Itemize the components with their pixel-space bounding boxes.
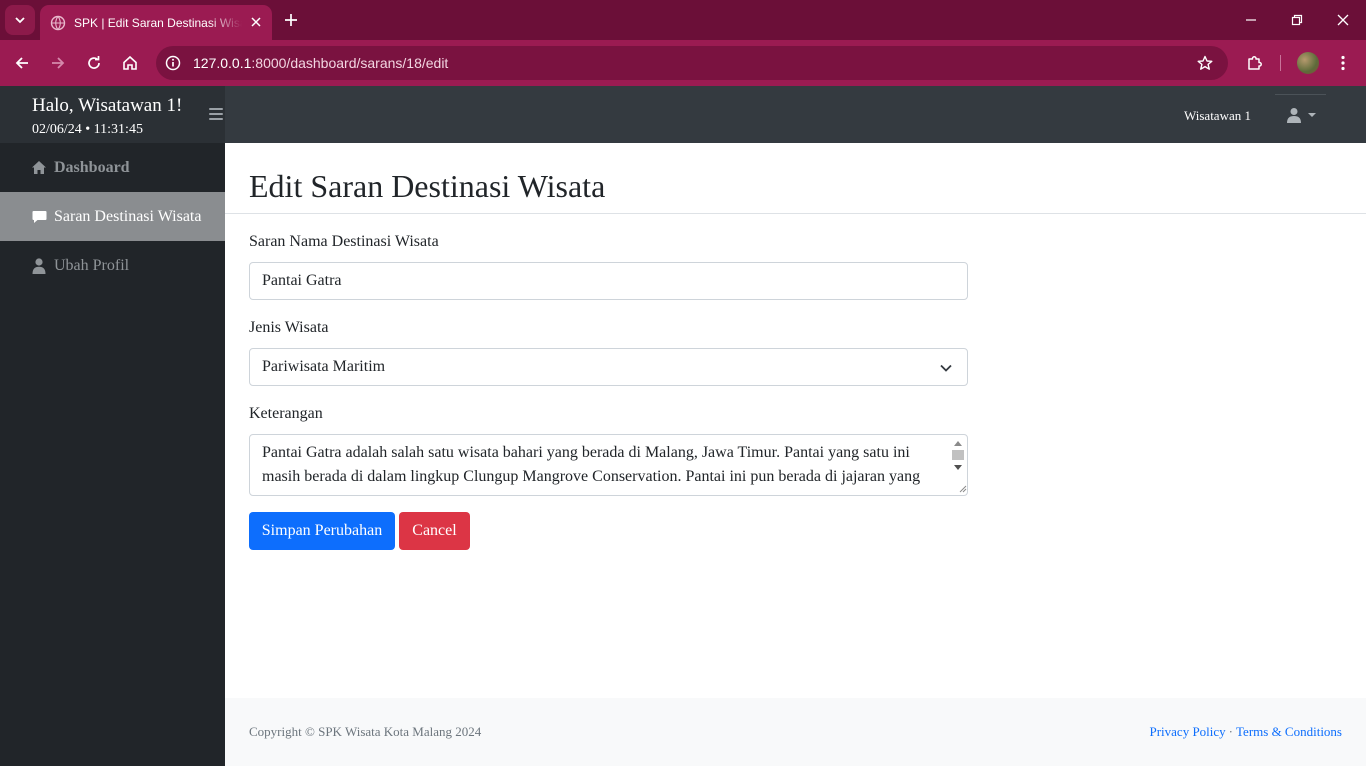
- bookmark-star-icon[interactable]: [1196, 54, 1214, 72]
- address-bar[interactable]: 127.0.0.1:8000/dashboard/sarans/18/edit: [156, 46, 1228, 80]
- app-topbar: Halo, Wisatawan 1! 02/06/24 • 11:31:45 W…: [0, 86, 1366, 143]
- extensions-puzzle-icon[interactable]: [1243, 51, 1267, 75]
- forward-arrow-icon[interactable]: [46, 51, 70, 75]
- minimize-icon[interactable]: [1241, 10, 1261, 30]
- save-changes-button[interactable]: Simpan Perubahan: [249, 512, 395, 550]
- user-icon: [31, 257, 47, 274]
- url-host: 127.0.0.1: [193, 55, 252, 71]
- sidebar-toggle-icon[interactable]: [209, 108, 223, 120]
- user-icon: [1286, 107, 1301, 123]
- profile-avatar[interactable]: [1297, 52, 1319, 74]
- tab-title: SPK | Edit Saran Destinasi Wisata: [74, 15, 242, 30]
- scroll-up-arrow-icon[interactable]: [954, 441, 962, 446]
- notes-label: Keterangan: [249, 405, 323, 422]
- destination-name-input[interactable]: [249, 262, 968, 300]
- sidebar: Dashboard Saran Destinasi Wisata Ubah Pr…: [0, 143, 225, 766]
- toolbar-divider: [1280, 55, 1281, 71]
- footer-link-separator: ·: [1228, 724, 1234, 739]
- footer-links: Privacy Policy · Terms & Conditions: [1149, 724, 1342, 740]
- caret-down-icon: [1307, 112, 1316, 117]
- kebab-menu-icon[interactable]: [1331, 51, 1355, 75]
- url-path: :8000/dashboard/sarans/18/edit: [251, 55, 449, 71]
- browser-toolbar: 127.0.0.1:8000/dashboard/sarans/18/edit: [0, 40, 1366, 86]
- new-tab-plus-icon[interactable]: [281, 10, 301, 30]
- scroll-down-arrow-icon[interactable]: [954, 465, 962, 470]
- privacy-policy-link[interactable]: Privacy Policy: [1149, 724, 1225, 739]
- reload-icon[interactable]: [82, 51, 106, 75]
- cancel-button[interactable]: Cancel: [399, 512, 470, 550]
- globe-favicon-icon: [50, 15, 66, 31]
- notes-textarea[interactable]: Pantai Gatra adalah salah satu wisata ba…: [249, 434, 968, 496]
- tourism-type-select[interactable]: Pariwisata Maritim: [249, 348, 968, 386]
- restore-icon[interactable]: [1287, 10, 1307, 30]
- chevron-down-icon: [15, 17, 25, 24]
- sidebar-item-label: Ubah Profil: [54, 256, 130, 274]
- sidebar-item-label: Saran Destinasi Wisata: [54, 207, 202, 225]
- sidebar-item-dashboard[interactable]: Dashboard: [0, 143, 225, 192]
- site-info-icon[interactable]: [164, 54, 182, 72]
- resize-grip-icon[interactable]: [958, 484, 967, 493]
- terms-conditions-link[interactable]: Terms & Conditions: [1236, 724, 1342, 739]
- greeting-text: Halo, Wisatawan 1!: [32, 95, 183, 116]
- page-title: Edit Saran Destinasi Wisata: [249, 168, 606, 204]
- tourism-type-label: Jenis Wisata: [249, 319, 329, 336]
- brand-area: Halo, Wisatawan 1! 02/06/24 • 11:31:45: [0, 86, 225, 143]
- user-name: Wisatawan 1: [1184, 108, 1251, 123]
- chevron-down-icon: [939, 361, 953, 375]
- close-tab-icon[interactable]: [248, 14, 264, 30]
- user-menu-dropdown[interactable]: [1275, 94, 1326, 134]
- footer: Copyright © SPK Wisata Kota Malang 2024 …: [225, 698, 1366, 766]
- tab-search-button[interactable]: [5, 5, 35, 35]
- home-icon[interactable]: [118, 51, 142, 75]
- title-divider: [225, 213, 1366, 214]
- browser-tab-active[interactable]: SPK | Edit Saran Destinasi Wisata: [40, 5, 272, 40]
- back-arrow-icon[interactable]: [10, 51, 34, 75]
- datetime-text: 02/06/24 • 11:31:45: [32, 122, 143, 137]
- close-window-icon[interactable]: [1333, 10, 1353, 30]
- textarea-scrollbar[interactable]: [950, 436, 967, 494]
- tourism-type-selected-value: Pariwisata Maritim: [262, 358, 386, 375]
- home-icon: [31, 160, 47, 176]
- sidebar-item-saran-destinasi-wisata[interactable]: Saran Destinasi Wisata: [0, 192, 225, 241]
- comment-icon: [31, 209, 47, 225]
- destination-name-label: Saran Nama Destinasi Wisata: [249, 233, 439, 250]
- sidebar-item-label: Dashboard: [54, 158, 130, 176]
- url-text: 127.0.0.1:8000/dashboard/sarans/18/edit: [193, 55, 448, 71]
- copyright-text: Copyright © SPK Wisata Kota Malang 2024: [249, 724, 482, 739]
- sidebar-item-ubah-profil[interactable]: Ubah Profil: [0, 241, 225, 290]
- scrollbar-thumb[interactable]: [952, 450, 964, 460]
- browser-tabstrip: SPK | Edit Saran Destinasi Wisata: [0, 0, 1366, 40]
